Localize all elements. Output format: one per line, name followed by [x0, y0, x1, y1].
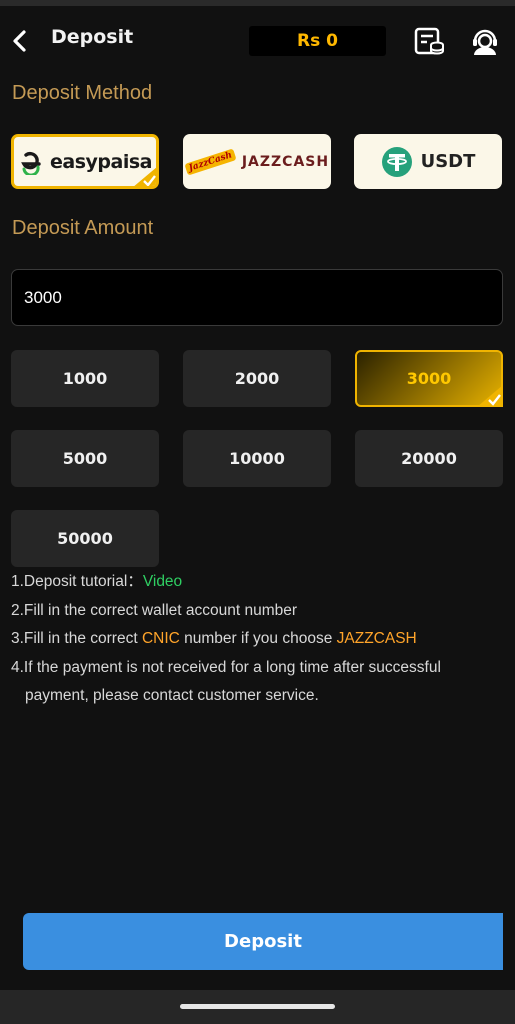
usdt-logo-text: USDT: [420, 151, 476, 172]
note-line-2: 2.Fill in the correct wallet account num…: [11, 601, 298, 619]
header: Deposit Rs 0: [0, 6, 515, 72]
customer-service-icon: [473, 29, 497, 55]
tether-logo-icon: [381, 146, 412, 177]
amount-input[interactable]: [11, 269, 503, 326]
amount-option-1000[interactable]: 1000: [11, 350, 159, 407]
deposit-amount-label: Deposit Amount: [12, 217, 154, 239]
back-button[interactable]: [10, 28, 30, 54]
amount-option-20000[interactable]: 20000: [355, 430, 503, 487]
note-line-4-continued: payment, please contact customer service…: [25, 687, 319, 704]
deposit-button[interactable]: Deposit: [23, 913, 503, 970]
note-text: 1.Deposit tutorial：: [11, 573, 143, 590]
easypaisa-logo-icon: [21, 151, 41, 175]
amount-option-3000[interactable]: 3000: [355, 350, 503, 407]
note-line-4: 4.If the payment is not received for a l…: [11, 658, 441, 676]
amount-option-2000[interactable]: 2000: [183, 350, 331, 407]
page-title: Deposit: [51, 26, 134, 48]
method-jazzcash[interactable]: JazzCash JAZZCASH: [183, 134, 331, 189]
note-line-1: 1.Deposit tutorial：Video: [11, 568, 506, 597]
wallet-records-icon: [414, 27, 444, 55]
jazzcash-highlight: JAZZCASH: [336, 630, 417, 647]
note-line-3: 3.Fill in the correct CNIC number if you…: [11, 625, 506, 654]
jazzcash-logo-badge: JazzCash: [184, 147, 237, 176]
wallet-records-button[interactable]: [414, 26, 444, 56]
note-text: 3.Fill in the correct: [11, 630, 142, 647]
amount-option-5000[interactable]: 5000: [11, 430, 159, 487]
method-easypaisa[interactable]: easypaisa: [11, 134, 159, 189]
balance-display: Rs 0: [249, 26, 386, 56]
customer-service-button[interactable]: [470, 26, 500, 56]
back-icon: [13, 30, 26, 52]
video-tutorial-link[interactable]: Video: [143, 573, 182, 590]
selected-check-icon: [134, 167, 156, 186]
amount-option-10000[interactable]: 10000: [183, 430, 331, 487]
home-indicator[interactable]: [180, 1004, 335, 1009]
deposit-notes: 1.Deposit tutorial：Video 2.Fill in the c…: [11, 568, 506, 711]
method-usdt[interactable]: USDT: [354, 134, 502, 189]
deposit-method-label: Deposit Method: [12, 82, 153, 104]
cnic-highlight: CNIC: [141, 630, 180, 647]
amount-option-label: 3000: [406, 369, 452, 388]
jazzcash-logo-text: JAZZCASH: [241, 153, 330, 170]
amount-option-50000[interactable]: 50000: [11, 510, 159, 567]
selected-check-icon: [477, 385, 503, 407]
note-text: number if you choose: [179, 630, 337, 647]
